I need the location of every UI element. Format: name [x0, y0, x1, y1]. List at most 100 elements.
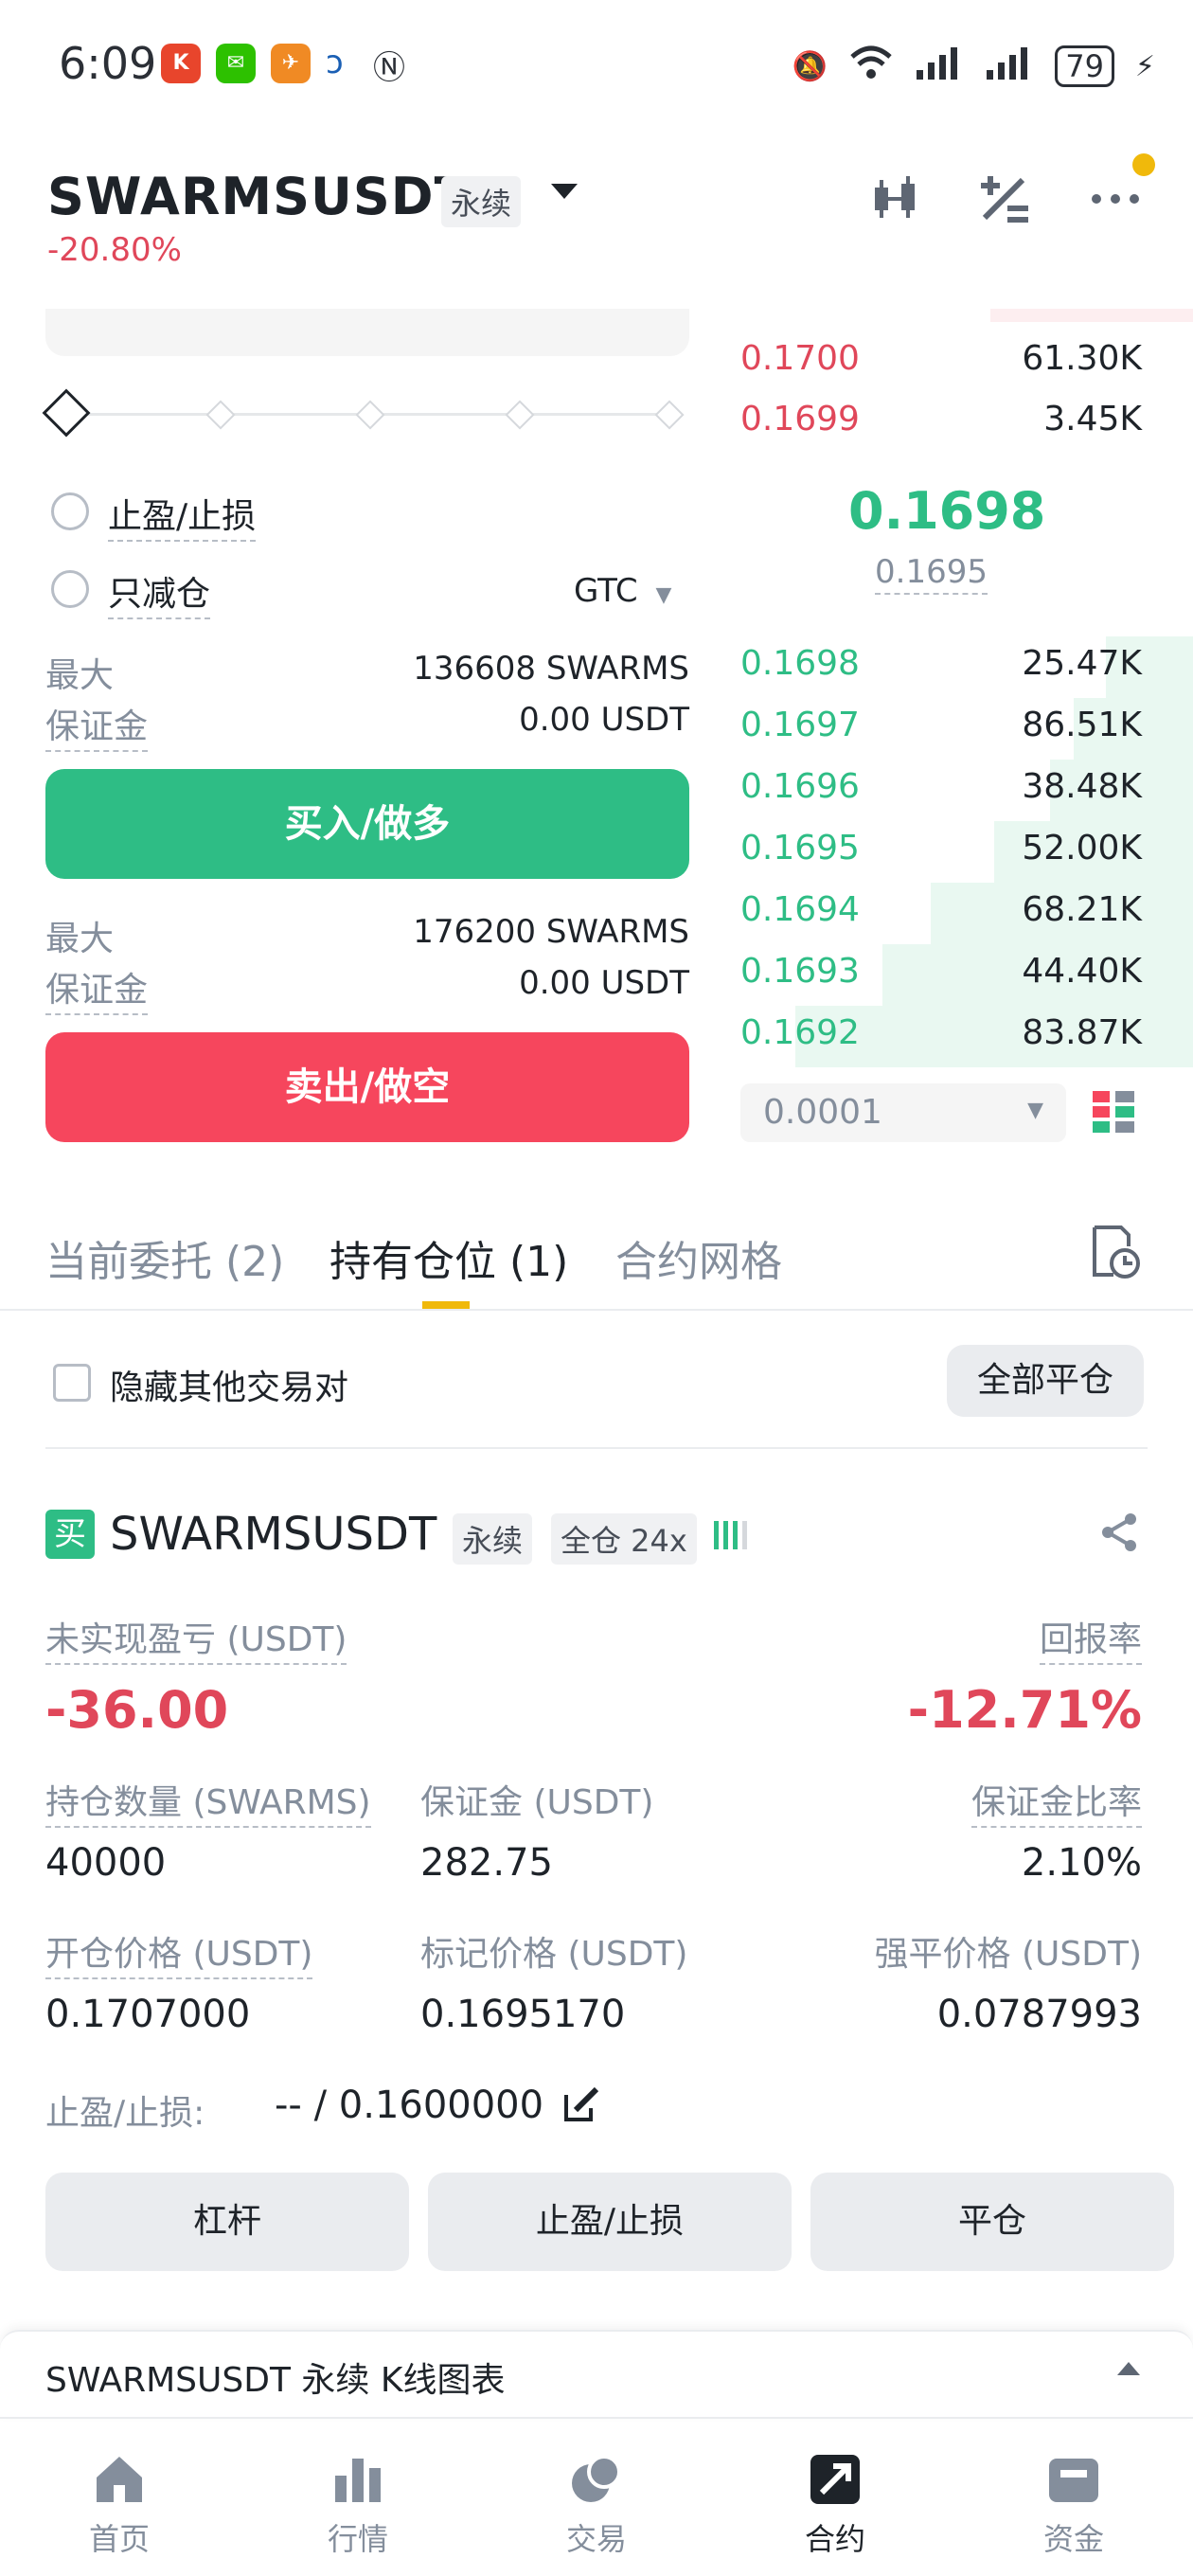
contract-type-badge: 永续: [441, 176, 522, 227]
hide-other-pairs-label[interactable]: 隐藏其他交易对: [110, 1360, 348, 1409]
margin-mode-badge[interactable]: 全仓 24x: [551, 1513, 697, 1565]
bid-price[interactable]: 0.1696: [740, 767, 860, 806]
mark-price-label: 标记价格 (USDT): [420, 1935, 688, 1974]
order-input-field[interactable]: [45, 309, 689, 356]
slider-handle[interactable]: [42, 388, 91, 438]
close-position-button[interactable]: 平仓: [810, 2173, 1174, 2271]
sell-max-value: 176200 SWARMS: [413, 913, 689, 951]
tab-positions[interactable]: 持有仓位 (1): [329, 1227, 568, 1288]
bid-price[interactable]: 0.1698: [740, 644, 860, 683]
ask-price[interactable]: 0.1700: [740, 339, 860, 378]
bid-price[interactable]: 0.1695: [740, 829, 860, 868]
nav-markets[interactable]: 行情: [292, 2451, 424, 2559]
position-size-value: 40000: [45, 1841, 167, 1885]
nav-markets-label: 行情: [327, 2521, 388, 2557]
margin-ratio-label[interactable]: 保证金比率: [970, 1775, 1142, 1828]
notification-app-icon-2: ✈: [271, 44, 311, 83]
unrealized-pnl-value: -36.00: [45, 1680, 229, 1740]
precision-select[interactable]: 0.0001 ▼: [740, 1083, 1066, 1142]
ask-qty: 3.45K: [1043, 400, 1142, 438]
buy-long-button[interactable]: 买入/做多: [45, 769, 689, 879]
leverage-button[interactable]: 杠杆: [45, 2173, 409, 2271]
margin-label: 保证金 (USDT): [420, 1783, 654, 1822]
buy-margin-label[interactable]: 保证金: [45, 699, 149, 752]
futures-icon: [807, 2451, 864, 2508]
trade-icon: [568, 2451, 625, 2508]
slider-step[interactable]: [205, 400, 236, 430]
tp-sl-position-label: 止盈/止损:: [45, 2094, 205, 2133]
battery-level: 79: [1055, 45, 1114, 87]
calculator-icon[interactable]: [975, 170, 1032, 227]
bid-price[interactable]: 0.1693: [740, 952, 860, 991]
price-change-percent: -20.80%: [47, 231, 182, 269]
slider-step[interactable]: [355, 400, 385, 430]
share-icon[interactable]: [1098, 1512, 1140, 1557]
notification-app-icon: K: [161, 44, 201, 83]
orderbook-layout-icon[interactable]: [1091, 1089, 1136, 1138]
more-icon[interactable]: [1087, 170, 1144, 227]
tp-sl-button[interactable]: 止盈/止损: [428, 2173, 792, 2271]
reduce-only-label[interactable]: 只减仓: [108, 566, 211, 619]
sell-short-button[interactable]: 卖出/做空: [45, 1032, 689, 1142]
filter-divider: [45, 1447, 1148, 1449]
liquidation-price-value: 0.0787993: [936, 1993, 1142, 2036]
bid-price[interactable]: 0.1692: [740, 1013, 860, 1052]
nav-futures[interactable]: 合约: [769, 2451, 901, 2559]
signal-icon: [915, 44, 964, 89]
sell-margin-value: 0.00 USDT: [519, 964, 689, 1002]
time-in-force-value: GTC: [574, 572, 638, 610]
chevron-up-icon[interactable]: [1115, 2358, 1142, 2381]
sell-max-label: 最大: [45, 920, 115, 958]
order-history-icon[interactable]: [1089, 1224, 1142, 1284]
time-in-force-select[interactable]: GTC ▼: [574, 572, 671, 610]
nav-futures-label: 合约: [804, 2521, 865, 2557]
chevron-down-icon[interactable]: [549, 180, 579, 206]
bid-price[interactable]: 0.1697: [740, 706, 860, 744]
active-tab-indicator: [422, 1301, 470, 1309]
position-symbol[interactable]: SWARMSUSDT: [110, 1508, 436, 1561]
liquidation-price-label: 强平价格 (USDT): [874, 1935, 1142, 1974]
bid-qty: 44.40K: [1022, 952, 1142, 991]
nav-assets[interactable]: 资金: [1007, 2451, 1140, 2559]
tp-sl-radio[interactable]: [51, 492, 89, 530]
kline-chart-bar[interactable]: SWARMSUSDT 永续 K线图表: [0, 2330, 1193, 2419]
pair-title[interactable]: SWARMSUSDT: [47, 167, 470, 226]
last-price[interactable]: 0.1698: [848, 481, 1045, 541]
mark-price[interactable]: 0.1695: [875, 553, 988, 595]
nav-trade[interactable]: 交易: [530, 2451, 663, 2559]
reduce-only-radio[interactable]: [51, 570, 89, 608]
slider-step[interactable]: [505, 400, 535, 430]
roe-label[interactable]: 回报率: [1039, 1612, 1142, 1665]
close-all-button[interactable]: 全部平仓: [947, 1345, 1144, 1417]
kline-chart-label: SWARMSUSDT 永续 K线图表: [45, 2361, 506, 2400]
edit-icon[interactable]: [562, 2085, 600, 2127]
wifi-icon: [848, 44, 894, 89]
slider-step[interactable]: [654, 400, 685, 430]
position-type-badge: 永续: [453, 1513, 533, 1565]
roe-value: -12.71%: [907, 1680, 1142, 1740]
unrealized-pnl-label[interactable]: 未实现盈亏 (USDT): [45, 1612, 347, 1665]
nav-home[interactable]: 首页: [53, 2451, 186, 2559]
bid-qty: 68.21K: [1022, 890, 1142, 929]
bar-chart-icon: [329, 2451, 386, 2508]
sell-margin-label[interactable]: 保证金: [45, 962, 149, 1015]
buy-max-value: 136608 SWARMS: [413, 650, 689, 688]
bid-price[interactable]: 0.1694: [740, 890, 860, 929]
tab-open-orders[interactable]: 当前委托 (2): [45, 1227, 284, 1288]
tab-grid[interactable]: 合约网格: [615, 1227, 782, 1288]
ask-qty: 61.30K: [1022, 339, 1142, 378]
entry-price-value: 0.1707000: [45, 1993, 251, 2036]
tabs-divider: [0, 1309, 1193, 1311]
status-time: 6:09: [59, 38, 157, 89]
entry-price-label[interactable]: 开仓价格 (USDT): [45, 1926, 313, 1979]
side-badge: 买: [45, 1510, 95, 1559]
bid-qty: 25.47K: [1022, 644, 1142, 683]
hide-other-pairs-checkbox[interactable]: [53, 1364, 91, 1402]
mark-price-value: 0.1695170: [420, 1993, 626, 2036]
charging-icon: ⚡: [1134, 49, 1155, 83]
candlestick-chart-icon[interactable]: [867, 170, 924, 227]
tp-sl-label[interactable]: 止盈/止损: [108, 489, 257, 542]
notification-dot: [1132, 153, 1155, 176]
position-size-label[interactable]: 持仓数量 (SWARMS): [45, 1775, 371, 1828]
ask-price[interactable]: 0.1699: [740, 400, 860, 438]
